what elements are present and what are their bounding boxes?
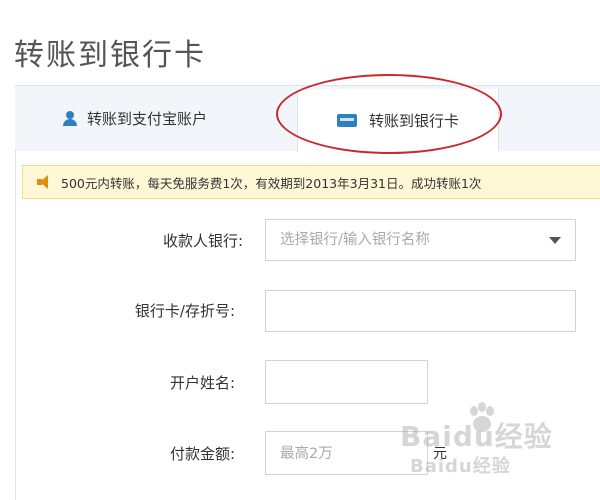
amount-label: 付款金额: [169, 445, 235, 463]
watermark-text: Baidu经验 [400, 420, 553, 453]
card-number-label: 银行卡/存折号: [134, 302, 235, 320]
account-name-input[interactable] [265, 360, 428, 404]
tab-label: 转账到支付宝账户 [87, 110, 208, 128]
person-icon [63, 111, 77, 126]
speaker-icon [37, 175, 55, 189]
amount-placeholder: 最高2万 [280, 446, 333, 462]
card-number-input[interactable] [265, 290, 576, 332]
watermark-text-small: Baidu经验 [410, 456, 511, 477]
bank-select-placeholder: 选择银行/输入银行名称 [280, 232, 430, 248]
page-title: 转账到银行卡 [14, 38, 206, 74]
promo-notice: 500元内转账，每天免服务费1次，有效期到2013年3月31日。成功转账1次 [22, 165, 600, 199]
tab-transfer-to-alipay[interactable]: 转账到支付宝账户 [63, 86, 207, 151]
bank-label: 收款人银行: [162, 232, 243, 250]
bank-select[interactable]: 选择银行/输入银行名称 [265, 219, 576, 261]
account-name-label: 开户姓名: [169, 374, 235, 392]
notice-text: 500元内转账，每天免服务费1次，有效期到2013年3月31日。成功转账1次 [61, 175, 482, 191]
annotation-circle [276, 74, 502, 154]
chevron-down-icon[interactable] [549, 237, 561, 244]
